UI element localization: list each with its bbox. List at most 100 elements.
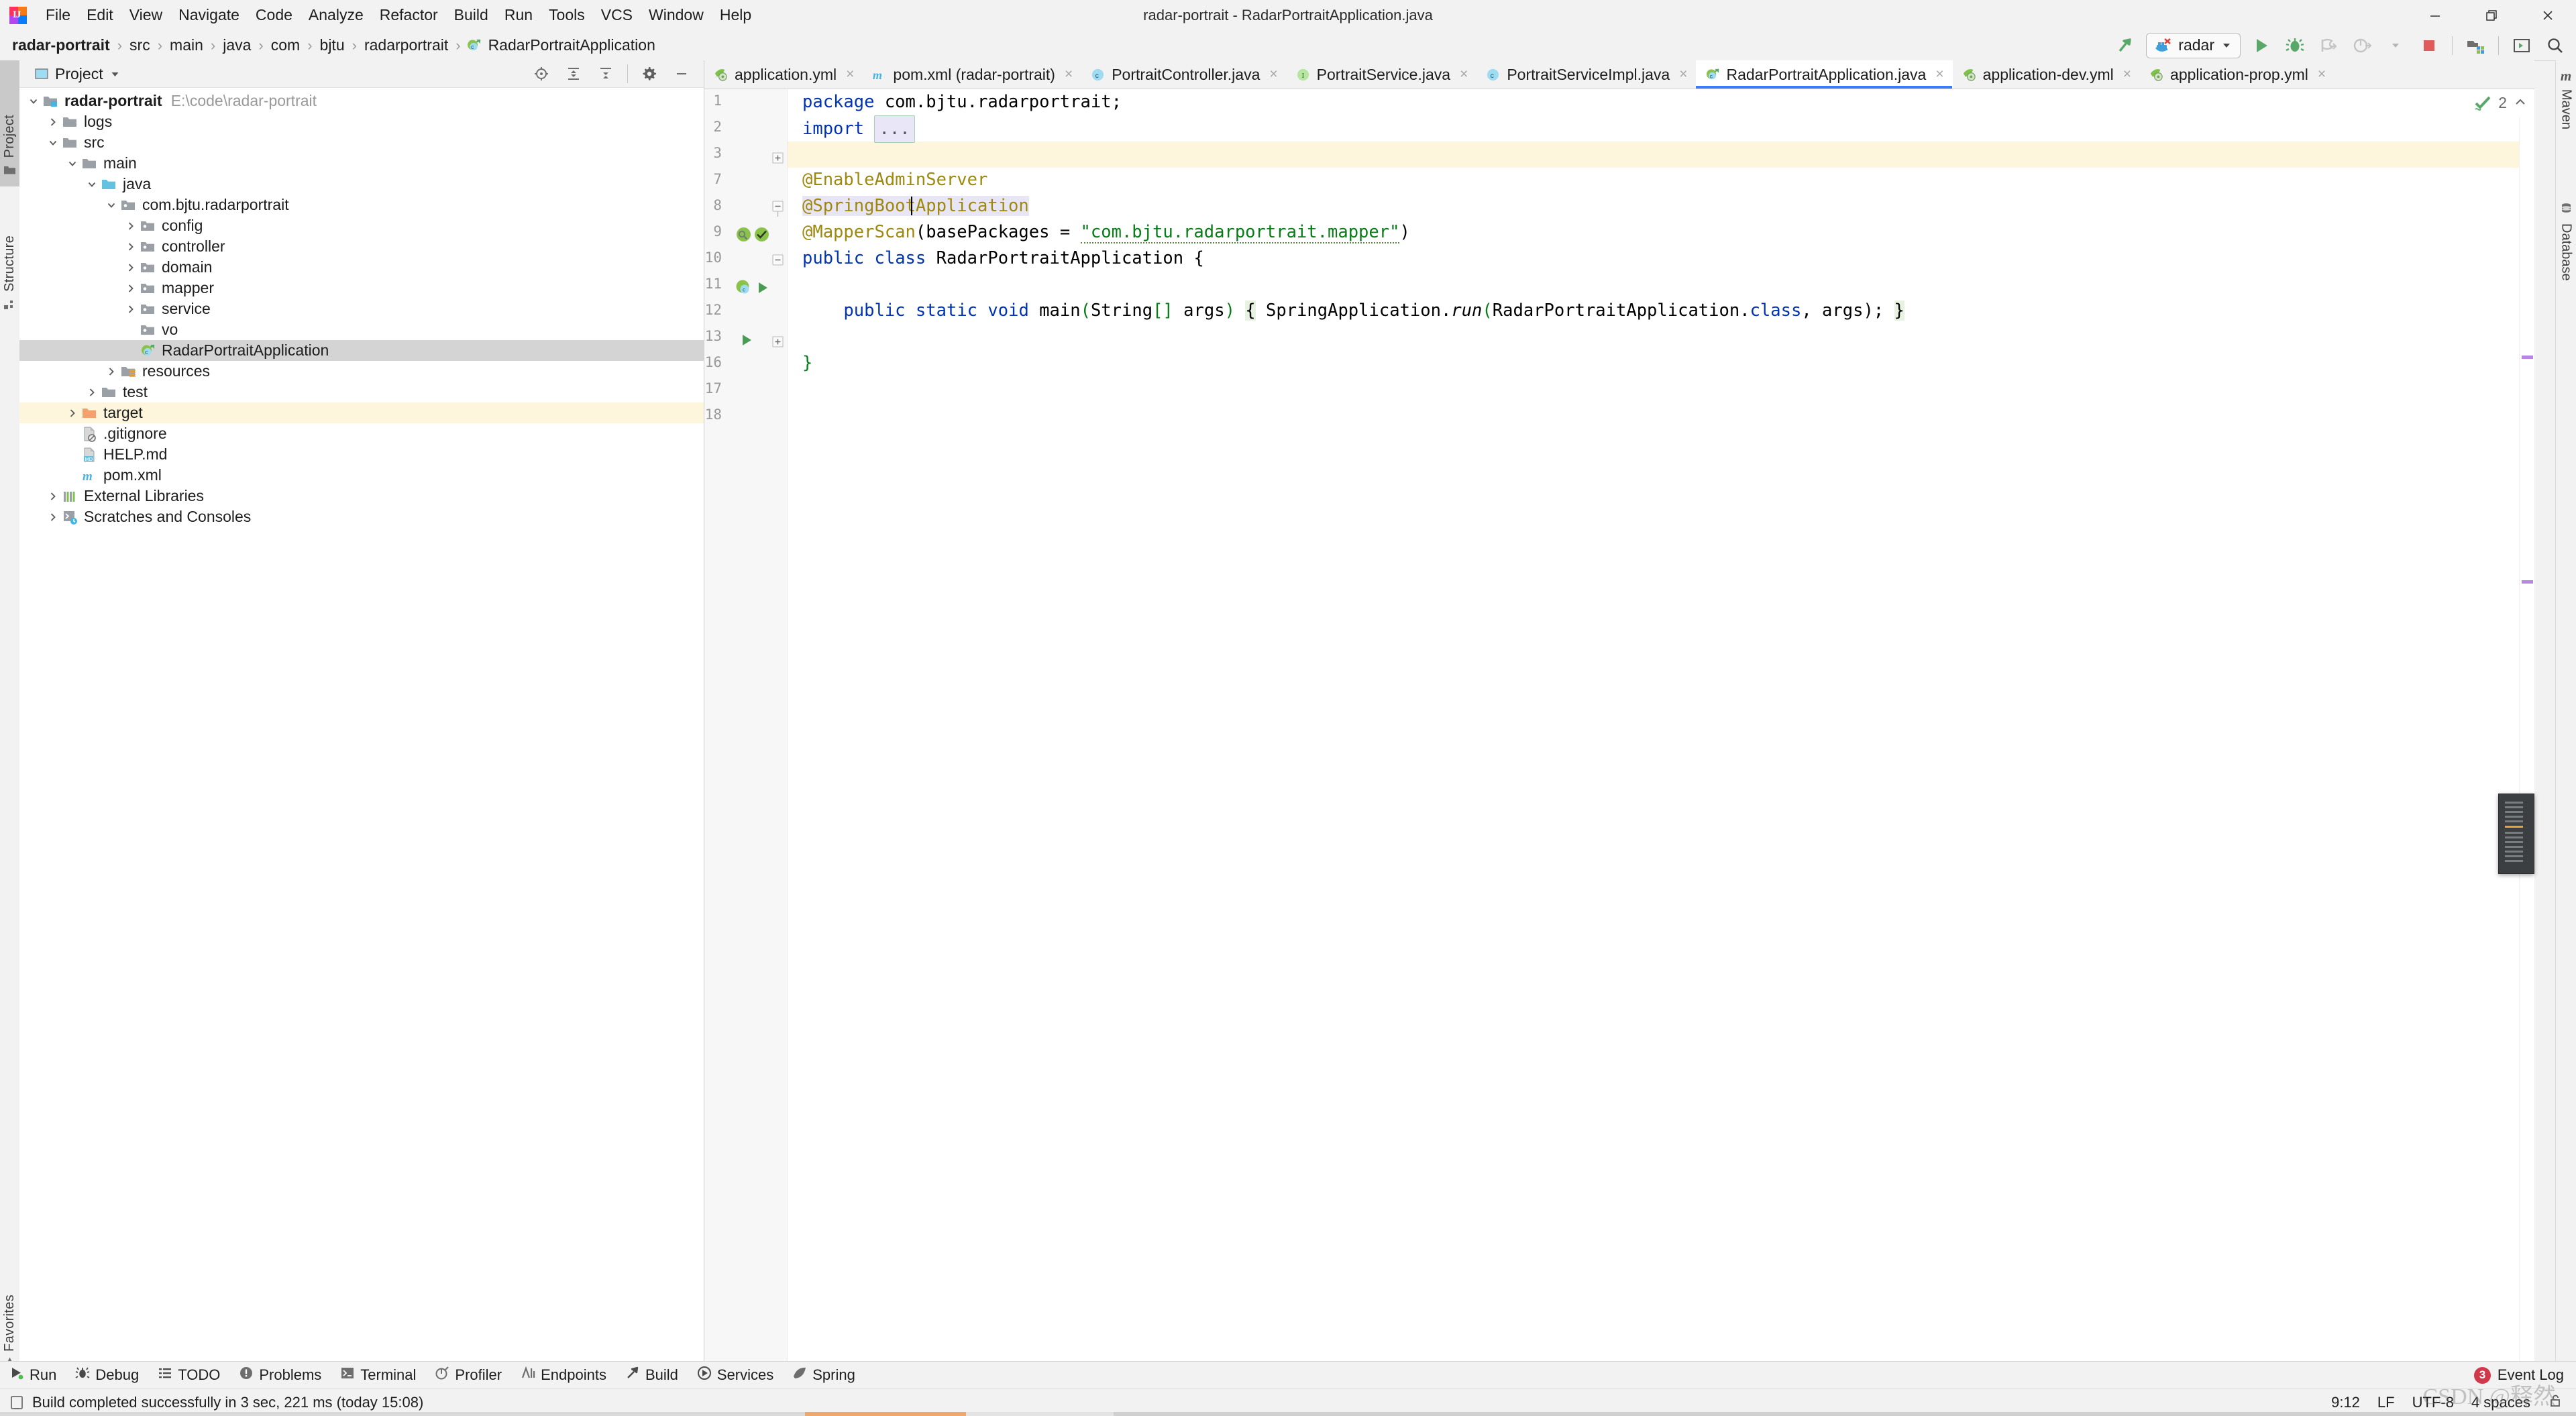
breadcrumb-item-main[interactable]: main	[167, 35, 206, 56]
project-panel-title[interactable]: Project	[34, 65, 121, 83]
chevron-right-icon[interactable]	[123, 219, 138, 233]
editor-tab-portraitcontroller-java[interactable]: c PortraitController.java ×	[1081, 60, 1286, 89]
tool-window-button-services[interactable]: Services	[688, 1362, 783, 1388]
tree-item-com-bjtu-radarportrait[interactable]: com.bjtu.radarportrait	[19, 195, 704, 215]
tree-item-src[interactable]: src	[19, 132, 704, 153]
tool-window-button-todo[interactable]: TODO	[148, 1362, 229, 1388]
chevron-right-icon[interactable]	[123, 260, 138, 275]
tree-item-service[interactable]: service	[19, 298, 704, 319]
close-icon[interactable]: ×	[1460, 66, 1468, 83]
tool-window-button-debug[interactable]: Debug	[66, 1362, 148, 1388]
profile-button[interactable]	[2347, 34, 2377, 58]
open-tool-window-button[interactable]	[2506, 34, 2537, 58]
tool-button-database[interactable]: Database	[2556, 195, 2576, 354]
tool-window-button-build[interactable]: Build	[616, 1362, 688, 1388]
tool-window-button-problems[interactable]: Problems	[229, 1362, 331, 1388]
menu-item-refactor[interactable]: Refactor	[372, 0, 446, 30]
editor-tab-portraitservice-java[interactable]: I PortraitService.java ×	[1287, 60, 1477, 89]
run-with-coverage-button[interactable]	[2313, 34, 2344, 58]
chevron-down-icon[interactable]	[46, 135, 60, 150]
spring-bean-search-icon[interactable]	[735, 226, 752, 247]
tree-item-logs[interactable]: logs	[19, 111, 704, 132]
tool-window-button-endpoints[interactable]: Endpoints	[511, 1362, 616, 1388]
tree-item-target[interactable]: target	[19, 402, 704, 423]
fold-collapse-icon[interactable]	[772, 201, 784, 222]
breadcrumb-item-radarportraitapplication[interactable]: RadarPortraitApplication	[486, 35, 658, 56]
close-icon[interactable]: ×	[846, 66, 854, 83]
fold-expand-icon[interactable]	[772, 150, 784, 168]
editor-tab-application-dev-yml[interactable]: application-dev.yml ×	[1953, 60, 2140, 89]
event-log-button[interactable]: 3 Event Log	[2473, 1366, 2576, 1384]
breadcrumb-item-com[interactable]: com	[268, 35, 303, 56]
tree-item-help-md[interactable]: MD HELP.md	[19, 444, 704, 465]
editor-tab-pom-xml--radar-portrait-[interactable]: m pom.xml (radar-portrait) ×	[863, 60, 1081, 89]
chevron-down-icon[interactable]	[26, 94, 41, 109]
menu-item-run[interactable]: Run	[496, 0, 541, 30]
breadcrumb-item-bjtu[interactable]: bjtu	[317, 35, 347, 56]
chevron-down-icon[interactable]	[104, 198, 119, 213]
build-button[interactable]	[2110, 34, 2141, 58]
menu-item-analyze[interactable]: Analyze	[301, 0, 372, 30]
chevron-right-icon[interactable]	[85, 385, 99, 400]
close-icon[interactable]: ×	[1269, 66, 1277, 83]
tree-item--gitignore[interactable]: .gitignore	[19, 423, 704, 444]
run-button[interactable]	[2246, 34, 2277, 58]
close-button[interactable]	[2520, 0, 2576, 30]
chevron-right-icon[interactable]	[123, 239, 138, 254]
close-icon[interactable]: ×	[1065, 66, 1073, 83]
debug-button[interactable]	[2279, 34, 2310, 58]
close-icon[interactable]: ×	[2318, 66, 2326, 83]
menu-item-view[interactable]: View	[121, 0, 170, 30]
run-configuration-selector[interactable]: radar	[2146, 32, 2241, 58]
menu-item-code[interactable]: Code	[248, 0, 301, 30]
tree-item-controller[interactable]: controller	[19, 236, 704, 257]
editor-tab-portraitserviceimpl-java[interactable]: c PortraitServiceImpl.java ×	[1477, 60, 1696, 89]
code-text-area[interactable]: package com.bjtu.radarportrait; import .…	[788, 89, 2534, 1369]
tool-window-button-run[interactable]: Run	[0, 1362, 66, 1388]
spring-config-ok-icon[interactable]	[753, 226, 770, 247]
editor-tab-application-prop-yml[interactable]: application-prop.yml ×	[2140, 60, 2334, 89]
code-editor[interactable]: 1 2 3 7 8 9 10 11 12 13 16 17 18 c package com.bjtu.r…	[704, 89, 2534, 1369]
close-icon[interactable]: ×	[1679, 66, 1687, 83]
update-project-button[interactable]	[2460, 34, 2491, 58]
expand-all-icon[interactable]	[558, 62, 589, 86]
tree-item-radar-portrait[interactable]: radar-portrait E:\code\radar-portrait	[19, 91, 704, 111]
spring-bean-icon[interactable]: c	[735, 279, 752, 300]
tree-item-config[interactable]: config	[19, 215, 704, 236]
chevron-right-icon[interactable]	[104, 364, 119, 379]
chevron-right-icon[interactable]	[123, 302, 138, 317]
caret-position[interactable]: 9:12	[2331, 1394, 2360, 1411]
tree-item-scratches-and-consoles[interactable]: Scratches and Consoles	[19, 506, 704, 527]
chevron-down-icon[interactable]	[65, 156, 80, 171]
locate-icon[interactable]	[526, 62, 557, 86]
folded-imports[interactable]: ...	[874, 115, 915, 143]
restore-button[interactable]	[2463, 0, 2520, 30]
menu-item-vcs[interactable]: VCS	[593, 0, 641, 30]
chevron-right-icon[interactable]	[46, 115, 60, 129]
build-status-message[interactable]: Build completed successfully in 3 sec, 2…	[9, 1394, 423, 1411]
close-icon[interactable]: ×	[1935, 66, 1943, 83]
menu-item-file[interactable]: File	[38, 0, 78, 30]
tree-item-pom-xml[interactable]: m pom.xml	[19, 465, 704, 486]
tool-button-maven[interactable]: m Maven	[2556, 60, 2576, 200]
tool-button-project[interactable]: Project	[0, 60, 19, 186]
file-encoding[interactable]: UTF-8	[2412, 1394, 2454, 1411]
minimize-button[interactable]	[2407, 0, 2463, 30]
tree-item-java[interactable]: java	[19, 174, 704, 195]
unlocked-icon[interactable]	[2548, 1393, 2563, 1412]
editor-tab-application-yml[interactable]: application.yml ×	[704, 60, 863, 89]
tree-item-mapper[interactable]: mapper	[19, 278, 704, 298]
tree-item-radarportraitapplication[interactable]: c RadarPortraitApplication	[19, 340, 704, 361]
breadcrumb-item-radar-portrait[interactable]: radar-portrait	[9, 35, 113, 56]
stop-button[interactable]	[2414, 34, 2445, 58]
tool-window-button-profiler[interactable]: Profiler	[425, 1362, 511, 1388]
menu-item-edit[interactable]: Edit	[78, 0, 121, 30]
run-gutter-icon[interactable]	[755, 280, 770, 299]
settings-gear-icon[interactable]	[634, 62, 665, 86]
profile-dropdown-icon[interactable]	[2380, 34, 2411, 58]
chevron-right-icon[interactable]	[123, 281, 138, 296]
indent-setting[interactable]: 4 spaces	[2471, 1394, 2530, 1411]
hide-icon[interactable]	[666, 62, 697, 86]
editor-tab-radarportraitapplication-java[interactable]: c RadarPortraitApplication.java ×	[1696, 60, 1953, 89]
tree-item-resources[interactable]: resources	[19, 361, 704, 382]
